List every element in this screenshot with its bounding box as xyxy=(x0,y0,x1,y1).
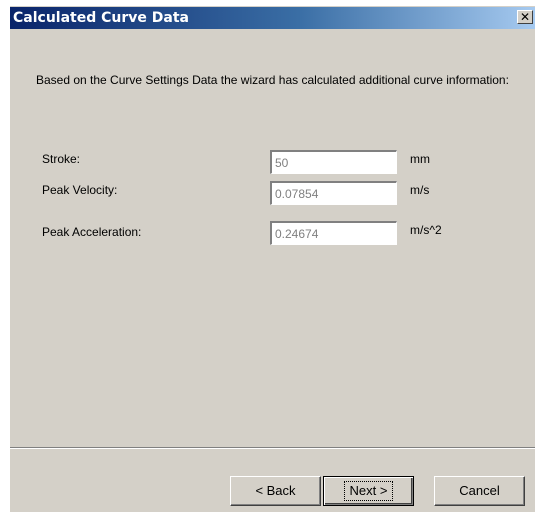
cancel-button[interactable]: Cancel xyxy=(434,476,525,506)
footer-divider xyxy=(10,447,535,449)
peak-velocity-field[interactable]: 0.07854 xyxy=(270,181,397,205)
back-button[interactable]: < Back xyxy=(230,476,321,506)
close-button[interactable]: ✕ xyxy=(517,10,533,24)
peak-velocity-unit: m/s xyxy=(410,183,430,197)
peak-velocity-label: Peak Velocity: xyxy=(42,183,118,197)
stroke-label: Stroke: xyxy=(42,152,81,166)
stroke-field[interactable]: 50 xyxy=(270,150,397,174)
description-text: Based on the Curve Settings Data the wiz… xyxy=(36,73,509,87)
peak-acceleration-label: Peak Acceleration: xyxy=(42,225,142,239)
peak-acceleration-unit: m/s^2 xyxy=(410,223,442,237)
next-button[interactable]: Next > xyxy=(323,476,414,506)
stroke-unit: mm xyxy=(410,152,430,166)
peak-acceleration-field[interactable]: 0.24674 xyxy=(270,221,397,245)
close-icon: ✕ xyxy=(519,10,531,24)
title-bar[interactable]: Calculated Curve Data ✕ xyxy=(10,7,535,29)
next-button-label: Next > xyxy=(343,481,394,501)
calculated-curve-data-dialog: Calculated Curve Data ✕ Based on the Cur… xyxy=(10,6,535,512)
window-title: Calculated Curve Data xyxy=(13,10,189,26)
